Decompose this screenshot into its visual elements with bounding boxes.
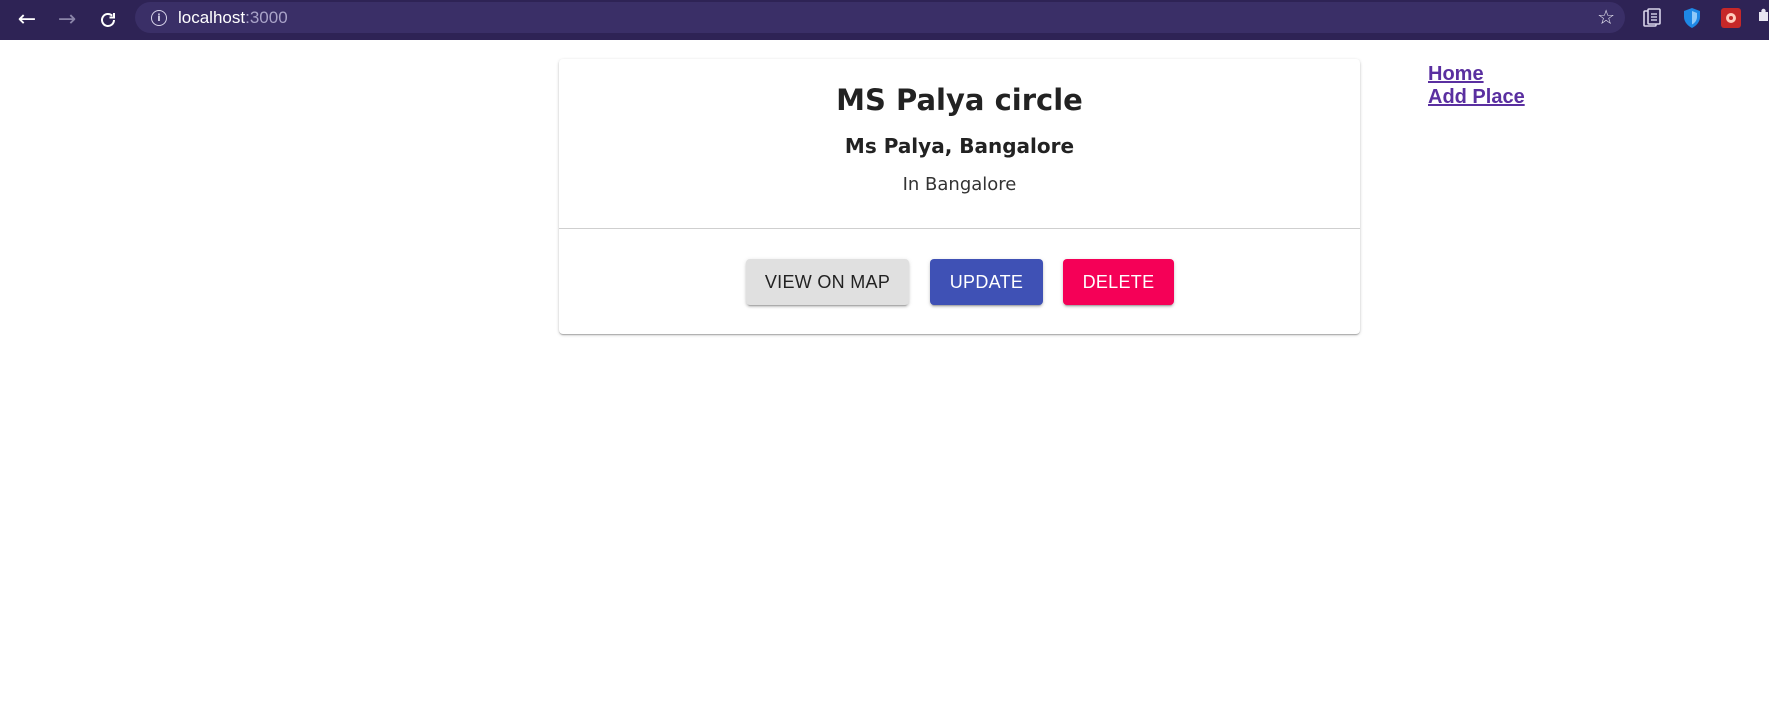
- bookmark-star-icon[interactable]: ☆: [1597, 5, 1615, 29]
- url-port: :3000: [245, 8, 288, 27]
- place-card: MS Palya circle Ms Palya, Bangalore In B…: [559, 59, 1360, 334]
- update-button[interactable]: UPDATE: [930, 259, 1043, 305]
- place-address: Ms Palya, Bangalore: [844, 134, 1075, 158]
- puzzle-icon[interactable]: [1752, 6, 1769, 30]
- side-nav: Home Add Place: [1428, 63, 1525, 109]
- place-description: In Bangalore: [902, 174, 1017, 195]
- extension-red-icon[interactable]: [1719, 6, 1743, 30]
- reload-glyph: [101, 13, 115, 27]
- forward-arrow-icon[interactable]: →: [52, 5, 82, 35]
- place-title: MS Palya circle: [836, 83, 1083, 117]
- place-info: MS Palya circle Ms Palya, Bangalore In B…: [559, 59, 1360, 228]
- url-host: localhost: [178, 8, 246, 27]
- reload-icon[interactable]: [93, 5, 123, 35]
- extension-documents-icon[interactable]: [1640, 6, 1664, 30]
- extension-shield-icon[interactable]: [1680, 6, 1704, 30]
- address-bar[interactable]: i localhost:3000 ☆: [135, 2, 1625, 33]
- view-on-map-button[interactable]: VIEW ON MAP: [746, 259, 909, 305]
- nav-link-home[interactable]: Home: [1428, 63, 1525, 86]
- nav-link-add-place[interactable]: Add Place: [1428, 86, 1525, 109]
- delete-button[interactable]: DELETE: [1063, 259, 1174, 305]
- back-arrow-icon[interactable]: ←: [12, 5, 42, 35]
- browser-toolbar: ← → i localhost:3000 ☆: [0, 0, 1769, 40]
- card-actions: VIEW ON MAP UPDATE DELETE: [559, 259, 1360, 305]
- card-divider: [559, 228, 1360, 229]
- site-info-icon[interactable]: i: [151, 10, 167, 26]
- address-bar-url[interactable]: localhost:3000: [178, 8, 288, 28]
